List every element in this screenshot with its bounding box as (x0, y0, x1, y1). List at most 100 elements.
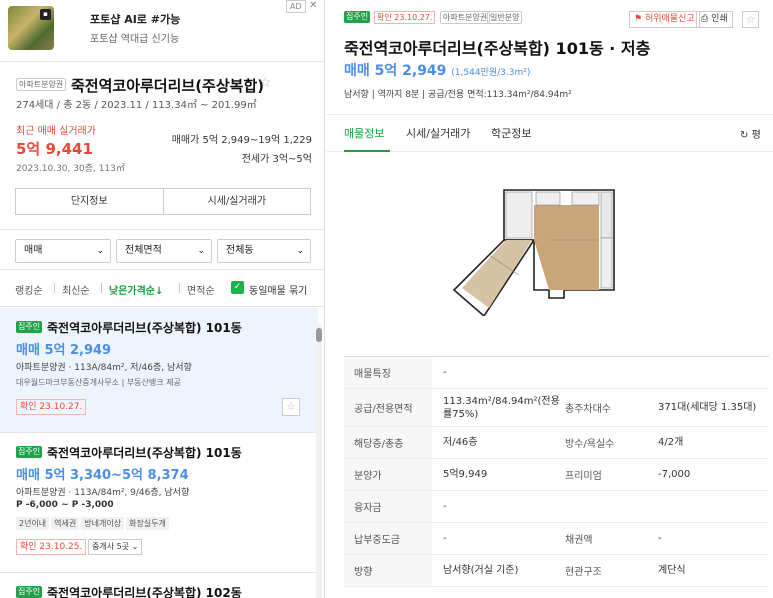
active-tab-indicator (344, 150, 390, 152)
ad-badge: AD (286, 0, 306, 13)
row-label: 분양가 (344, 459, 432, 490)
sale-price-range: 매매가 5억 2,949~19억 1,229 (171, 135, 312, 146)
row-value: 5억9,949 (443, 469, 488, 480)
confirm-badge: 확인 23.10.25. (16, 539, 87, 555)
checkbox-checked-icon[interactable]: ✓ (231, 281, 244, 294)
row-label: 공급/전용면적 (344, 389, 432, 426)
sort-bar: 랭킹순 최신순 낮은가격순↓ 면적순 ✓ 동일매물 묶기 (0, 271, 324, 307)
feature-chip: 2년이내 (16, 517, 50, 530)
list-item[interactable]: 집주인 죽전역코아루더리브(주상복합) 101동 매매 5억 2,949 아파트… (0, 308, 318, 433)
listing-name[interactable]: 죽전역코아루더리브(주상복합) 101동 (47, 444, 242, 461)
listing-agent: 대우월드마크부동산중개사무소 | 부동산뱅크 제공 (16, 378, 181, 387)
ai-icon: ▪ (40, 9, 51, 20)
report-label: 허위매물신고 (644, 14, 695, 24)
table-row: 분양가 5억9,949 프리미엄 -7,000 (344, 459, 769, 491)
print-button[interactable]: ⎙ 인쇄 (696, 11, 733, 28)
listing-summary: 남서향 | 역까지 8분 | 공급/전용 면적:113.34m²/84.94m² (344, 90, 572, 100)
area-select[interactable]: 전체면적 ⌄ (116, 239, 212, 263)
table-row: 해당층/총층 저/46층 방수/욕실수 4/2개 (344, 427, 769, 459)
owner-tag: 집주인 (16, 586, 43, 598)
confirm-badge: 확인 23.10.27. (16, 399, 87, 415)
row-value: - (443, 501, 447, 512)
ad-title[interactable]: 포토샵 AI로 #가능 (90, 11, 180, 27)
tab-price-history[interactable]: 시세/실거래가 (406, 125, 470, 141)
print-icon: ⎙ (701, 14, 709, 24)
list-item[interactable]: 집주인 죽전역코아루더리브(주상복합) 102동 (0, 573, 318, 598)
row-value: 저/46층 (443, 437, 478, 448)
jeonse-price-range: 전세가 3억~5억 (241, 154, 312, 165)
sort-rank[interactable]: 랭킹순 (15, 282, 43, 297)
filter-bar: 매매 ⌄ 전체면적 ⌄ 전체동 ⌄ (0, 229, 324, 270)
ad-thumbnail: ▪ (8, 6, 54, 50)
row-value: - (658, 533, 662, 544)
table-row: 납부중도금 - 채권액 - (344, 523, 769, 555)
listing-desc: 아파트분양권 · 113A/84m², 9/46층, 남서향 (16, 488, 190, 498)
table-row: 방향 남서향(거실 기준) 현관구조 계단식 (344, 555, 769, 587)
ad-banner[interactable]: ▪ 포토샵 AI로 #가능 포토샵 역대급 신기능 AD ✕ (0, 0, 324, 62)
row-label: 납부중도금 (344, 523, 432, 554)
chevron-down-icon: ⌄ (197, 246, 205, 256)
sort-area[interactable]: 면적순 (187, 282, 215, 297)
favorite-star-icon[interactable]: ☆ (259, 75, 272, 91)
tab-listing-info[interactable]: 매물정보 (344, 125, 384, 141)
listing-price: 매매 5억 3,340~5억 8,374 (16, 468, 189, 483)
favorite-star-icon[interactable]: ☆ (742, 11, 759, 28)
row-value: -7,000 (658, 469, 691, 480)
table-row: 공급/전용면적 113.34m²/84.94m²(전용률75%) 총주차대수 371대… (344, 389, 769, 427)
list-item[interactable]: 집주인 죽전역코아루더리브(주상복합) 101동 매매 5억 3,340~5억 … (0, 433, 318, 573)
unit-label: 평 (751, 130, 761, 141)
feature-chip: 화장실두개 (126, 517, 169, 530)
recent-price: 5억 9,441 (16, 140, 93, 158)
owner-tag: 집주인 (344, 11, 371, 23)
complex-name: 죽전역코아루더리브(주상복합) (71, 77, 265, 95)
complex-buttons: 단지정보 시세/실거래가 (15, 188, 311, 215)
premium-range: P -6,000 ~ P -3,000 (16, 500, 114, 510)
sort-newest[interactable]: 최신순 (62, 282, 90, 297)
scrollbar-thumb[interactable] (316, 328, 322, 342)
siren-icon: ⚑ (634, 14, 643, 24)
tab-school-info[interactable]: 학군정보 (491, 125, 531, 141)
unit-toggle[interactable]: ↻ 평 (740, 126, 761, 141)
divider (54, 283, 55, 293)
table-row: 매물특징 - (344, 357, 769, 389)
dong-select[interactable]: 전체동 ⌄ (217, 239, 311, 263)
table-row: 융자금 - (344, 491, 769, 523)
sale-type-tag: 일반분양 (487, 11, 523, 24)
floor-plan-image[interactable] (444, 180, 654, 316)
ad-subtitle: 포토샵 역대급 신기능 (90, 34, 180, 45)
report-button[interactable]: ⚑ 허위매물신고 (629, 11, 700, 28)
group-same-listings-label[interactable]: 동일매물 묶기 (249, 282, 307, 297)
listing-name[interactable]: 죽전역코아루더리브(주상복합) 102동 (47, 584, 242, 598)
owner-tag: 집주인 (16, 446, 43, 458)
agents-dropdown[interactable]: 중개사 5곳 ⌄ (88, 539, 143, 555)
complex-info: 274세대 / 총 2동 / 2023.11 / 113.34㎡ ~ 201.9… (16, 100, 257, 111)
row-label: 프리미엄 (565, 471, 602, 482)
row-label: 해당층/총층 (344, 427, 432, 458)
print-label: 인쇄 (711, 14, 728, 24)
row-value: 4/2개 (658, 437, 684, 448)
feature-chip: 방네개이상 (81, 517, 125, 530)
listing-price: 매매 5억 2,949 (1,544만원/3.3m²) (344, 60, 530, 80)
price-history-button[interactable]: 시세/실거래가 (162, 189, 311, 214)
sort-low-price[interactable]: 낮은가격순↓ (109, 282, 163, 297)
complex-info-button[interactable]: 단지정보 (16, 189, 163, 214)
complex-type-tag: 아파트분양권 (16, 78, 67, 91)
row-value: - (443, 533, 447, 544)
deal-type-select[interactable]: 매매 ⌄ (15, 239, 111, 263)
listing-list: 집주인 죽전역코아루더리브(주상복합) 101동 매매 5억 2,949 아파트… (0, 308, 324, 598)
price-value: 매매 5억 2,949 (344, 63, 447, 79)
scrollbar[interactable] (316, 324, 322, 598)
owner-tag: 집주인 (16, 321, 43, 333)
listing-info-table: 매물특징 - 공급/전용면적 113.34m²/84.94m²(전용률75%) 총주차… (344, 356, 769, 587)
close-icon[interactable]: ✕ (309, 0, 317, 11)
row-label: 현관구조 (565, 567, 602, 578)
listing-name[interactable]: 죽전역코아루더리브(주상복합) 101동 (47, 319, 242, 336)
recent-price-label: 최근 매매 실거래가 (16, 126, 96, 137)
row-label: 방향 (344, 555, 432, 586)
complex-summary: 아파트분양권 죽전역코아루더리브(주상복합) ☆ 274세대 / 총 2동 / … (0, 63, 324, 228)
row-value: 남서향(거실 기준) (443, 565, 519, 576)
price-per-area: (1,544만원/3.3m²) (451, 68, 531, 78)
row-label: 매물특징 (344, 357, 432, 388)
row-label: 융자금 (344, 491, 432, 522)
favorite-star-icon[interactable]: ☆ (282, 398, 300, 416)
